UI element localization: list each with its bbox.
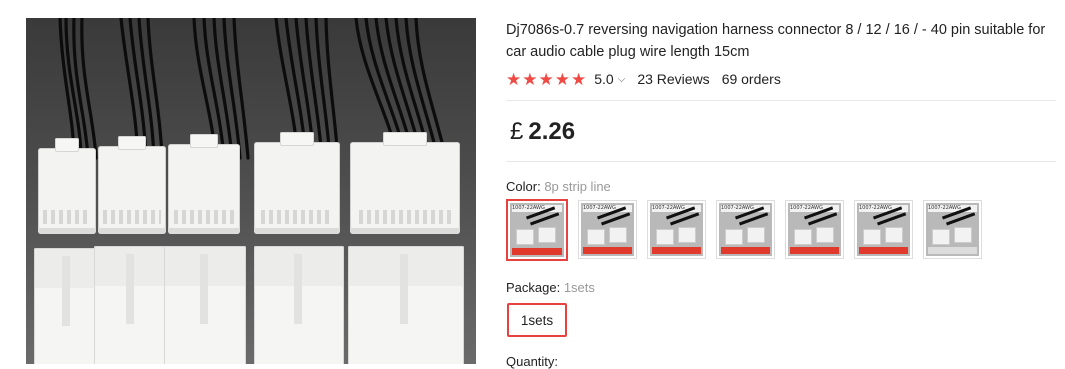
color-swatch[interactable]: 1007-22AWG	[923, 200, 982, 259]
package-option-1sets[interactable]: 1sets	[507, 303, 567, 337]
price-amount: 2.26	[528, 118, 576, 145]
star-icon: ★	[554, 69, 570, 89]
color-selected-value: 8p strip line	[544, 179, 611, 194]
package-selected-value: 1sets	[563, 280, 595, 295]
color-label: Color: 8p strip line	[506, 179, 611, 194]
connector-8p	[38, 138, 96, 234]
connector-bottom-2	[94, 246, 166, 364]
star-icon: ★	[571, 69, 587, 89]
connector-24p	[254, 132, 340, 234]
package-label: Package: 1sets	[506, 280, 595, 295]
reviews-link[interactable]: 23 Reviews	[637, 71, 709, 87]
price-currency: £	[510, 118, 524, 145]
quantity-label: Quantity:	[506, 354, 559, 369]
connector-bottom-1	[34, 248, 98, 364]
color-label-text: Color:	[506, 179, 541, 194]
color-swatches: 1007-22AWG 1007-22AWG 1007-22AWG 1007-22…	[506, 199, 982, 261]
price: £2.26	[510, 118, 575, 146]
divider	[506, 100, 1056, 101]
product-main-image[interactable]	[26, 18, 476, 364]
package-label-text: Package:	[506, 280, 561, 295]
connector-12p	[98, 136, 166, 234]
color-swatch[interactable]: 1007-22AWG	[716, 200, 775, 259]
star-icon: ★	[538, 69, 554, 89]
color-swatch[interactable]: 1007-22AWG	[506, 199, 568, 261]
rating-row: ★ ★ ★ ★ ★ 5.0 ⌵ 23 Reviews 69 orders	[506, 69, 781, 89]
connector-16p	[168, 134, 240, 234]
connector-bottom-5	[348, 246, 464, 364]
connector-bottom-3	[164, 246, 246, 364]
color-swatch[interactable]: 1007-22AWG	[647, 200, 706, 259]
connector-40p	[350, 132, 460, 234]
rating-value[interactable]: 5.0	[594, 71, 613, 87]
color-swatch[interactable]: 1007-22AWG	[854, 200, 913, 259]
chevron-down-icon[interactable]: ⌵	[618, 74, 626, 85]
star-rating: ★ ★ ★ ★ ★	[506, 71, 586, 88]
connector-bottom-4	[254, 246, 344, 364]
color-swatch[interactable]: 1007-22AWG	[785, 200, 844, 259]
divider	[506, 161, 1056, 162]
star-icon: ★	[522, 69, 538, 89]
star-icon: ★	[506, 69, 522, 89]
product-title: Dj7086s-0.7 reversing navigation harness…	[506, 22, 1046, 60]
orders-count: 69 orders	[721, 71, 781, 87]
color-swatch[interactable]: 1007-22AWG	[578, 200, 637, 259]
